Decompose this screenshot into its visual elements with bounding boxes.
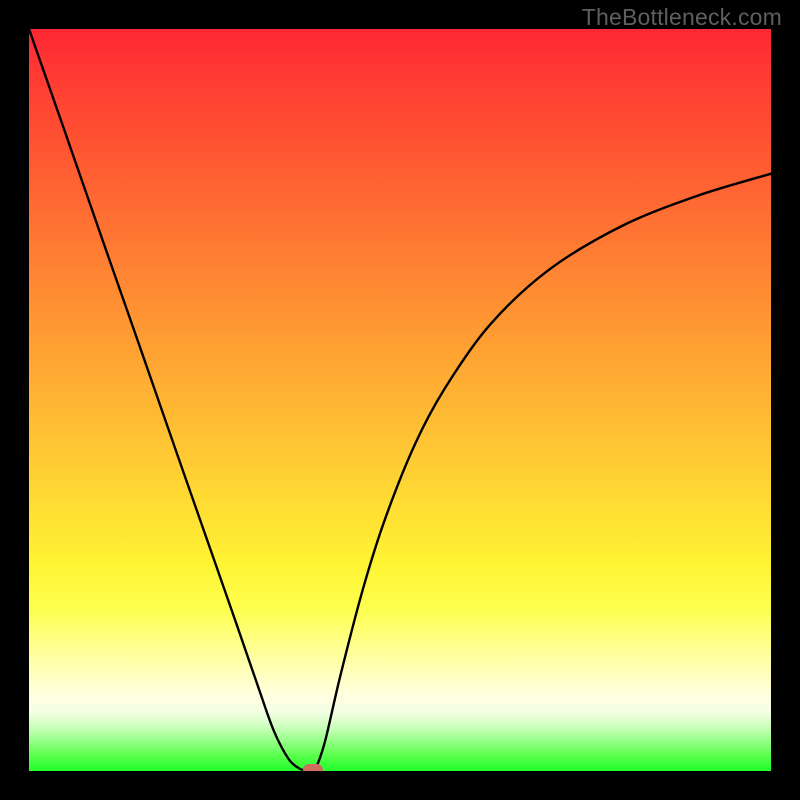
- bottleneck-curve-svg: [29, 29, 771, 771]
- chart-plot-area: [29, 29, 771, 771]
- optimal-point-marker: [303, 764, 323, 771]
- watermark-text: TheBottleneck.com: [582, 4, 782, 31]
- bottleneck-curve-path: [29, 29, 771, 771]
